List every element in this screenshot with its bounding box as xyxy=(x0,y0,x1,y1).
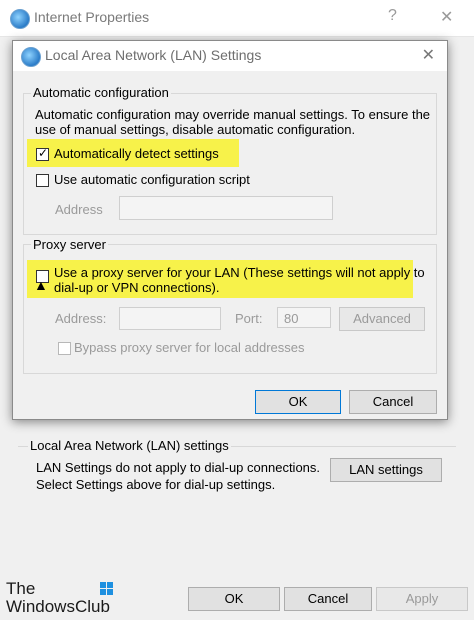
advanced-button[interactable]: Advanced xyxy=(339,307,425,331)
config-address-label: Address xyxy=(55,202,103,217)
lan-settings-button[interactable]: LAN settings xyxy=(330,458,442,482)
proxy-group-label: Proxy server xyxy=(31,237,108,252)
proxy-address-input[interactable] xyxy=(119,307,221,330)
auto-detect-label[interactable]: Automatically detect settings xyxy=(54,146,219,161)
outer-window-title: Internet Properties xyxy=(34,9,150,25)
auto-config-description-line2: use of manual settings, disable automati… xyxy=(35,122,356,137)
dialog-close-button[interactable]: ✕ xyxy=(422,45,435,65)
auto-config-group-label: Automatic configuration xyxy=(31,85,171,100)
watermark-line1: The xyxy=(6,579,36,598)
outer-cancel-button[interactable]: Cancel xyxy=(284,587,372,611)
help-button[interactable]: ? xyxy=(388,7,397,25)
outer-ok-button[interactable]: OK xyxy=(188,587,280,611)
use-config-script-checkbox[interactable] xyxy=(36,174,49,187)
auto-config-description-line1: Automatic configuration may override man… xyxy=(35,107,431,122)
lan-note-line2: Select Settings above for dial-up settin… xyxy=(36,477,276,492)
mouse-cursor-icon: ▲ xyxy=(34,277,48,293)
bypass-proxy-label[interactable]: Bypass proxy server for local addresses xyxy=(74,340,304,355)
auto-detect-checkbox[interactable]: ✓ xyxy=(36,146,49,161)
use-proxy-label-line1[interactable]: Use a proxy server for your LAN (These s… xyxy=(54,265,425,280)
dialog-title: Local Area Network (LAN) Settings xyxy=(45,47,262,63)
config-address-input[interactable] xyxy=(119,196,333,220)
dialog-globe-icon xyxy=(21,47,41,67)
outer-title-bar: Internet Properties ? ✕ xyxy=(0,0,474,37)
lan-group-label: Local Area Network (LAN) settings xyxy=(28,438,231,453)
bypass-proxy-checkbox[interactable] xyxy=(58,342,71,355)
proxy-port-input[interactable]: 80 xyxy=(277,307,331,328)
dialog-cancel-button[interactable]: Cancel xyxy=(349,390,437,414)
lan-settings-dialog: Local Area Network (LAN) Settings ✕ Auto… xyxy=(12,40,448,420)
proxy-port-label: Port: xyxy=(235,311,263,326)
internet-globe-icon xyxy=(10,9,30,29)
dialog-title-bar: Local Area Network (LAN) Settings ✕ xyxy=(13,41,447,71)
outer-close-button[interactable]: ✕ xyxy=(440,7,453,27)
use-config-script-label[interactable]: Use automatic configuration script xyxy=(54,172,250,187)
lan-note-line1: LAN Settings do not apply to dial-up con… xyxy=(36,460,321,475)
dialog-ok-button[interactable]: OK xyxy=(255,390,341,414)
windows-logo-icon xyxy=(100,582,114,596)
checkmark-icon: ✓ xyxy=(38,146,49,160)
proxy-address-label: Address: xyxy=(55,311,107,326)
watermark-line2: WindowsClub xyxy=(6,597,110,616)
outer-apply-button[interactable]: Apply xyxy=(376,587,468,611)
use-proxy-label-line2[interactable]: dial-up or VPN connections). xyxy=(54,280,219,295)
